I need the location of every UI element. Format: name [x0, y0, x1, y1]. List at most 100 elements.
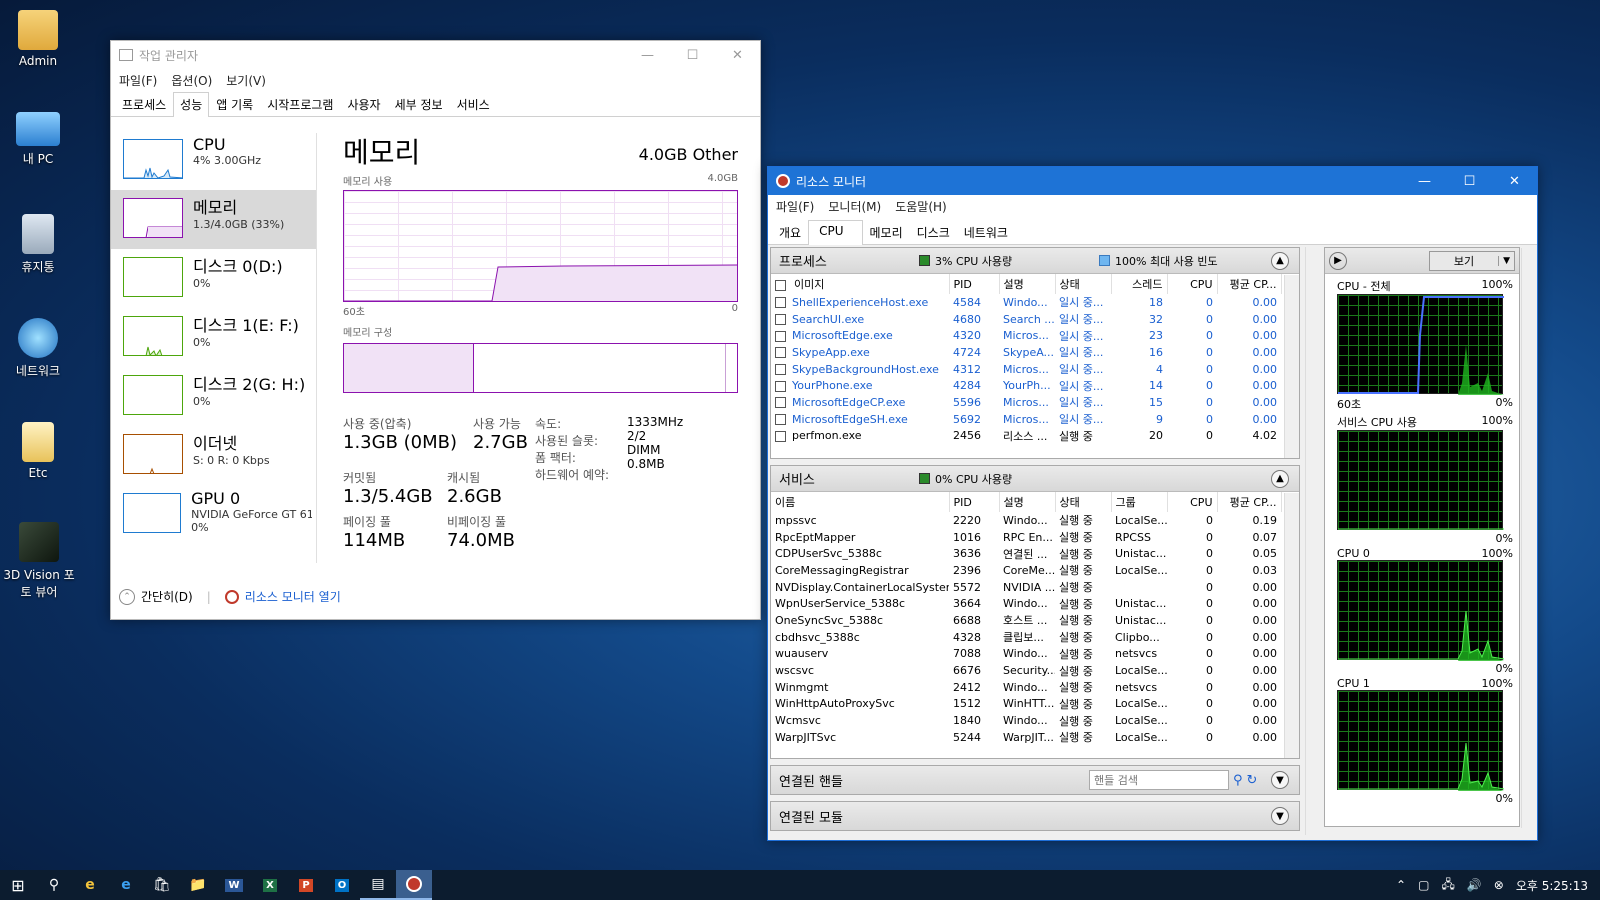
close-button[interactable]: ✕ — [1492, 167, 1537, 195]
col-status[interactable]: 상태 — [1055, 492, 1112, 512]
menu-file[interactable]: 파일(F) — [119, 72, 157, 89]
open-resource-monitor-link[interactable]: 리소스 모니터 열기 — [224, 588, 341, 605]
tab-network[interactable]: 네트워크 — [957, 220, 1015, 244]
desktop-icon-my-pc[interactable]: 내 PC — [6, 112, 70, 167]
col-description[interactable]: 설명 — [999, 492, 1056, 512]
show-hidden-icons-icon[interactable]: ⌃ — [1396, 878, 1406, 892]
table-row[interactable]: RpcEptMapper 1016 RPC En... 실행 중 RPCSS 0 0.07 — [771, 529, 1281, 546]
clock[interactable]: 오후 5:25:13 — [1516, 877, 1588, 894]
explorer-icon[interactable]: 📁 — [180, 870, 216, 900]
desktop-icon-network[interactable]: 네트워크 — [6, 318, 70, 379]
col-status[interactable]: 상태 — [1055, 274, 1112, 294]
start-icon[interactable]: ⊞ — [0, 870, 36, 900]
row-checkbox[interactable] — [775, 430, 786, 442]
perf-item-cpu[interactable]: CPU 4% 3.00GHz — [111, 131, 316, 190]
handle-search-input[interactable] — [1089, 770, 1229, 790]
select-all-checkbox[interactable] — [775, 279, 786, 291]
row-checkbox[interactable] — [775, 347, 786, 359]
table-row[interactable]: OneSyncSvc_5388c 6688 호스트 ... 실행 중 Unistac..… — [771, 612, 1281, 629]
tab-startup[interactable]: 시작프로그램 — [260, 92, 340, 116]
view-button[interactable]: 보기 ▼ — [1428, 250, 1515, 271]
menu-view[interactable]: 보기(V) — [226, 72, 266, 89]
powerpoint-icon[interactable]: P — [288, 870, 324, 900]
row-checkbox[interactable] — [775, 397, 786, 409]
row-checkbox[interactable] — [775, 380, 786, 392]
table-row[interactable]: MicrosoftEdgeCP.exe 5596 Micros... 일시 중... 1… — [771, 394, 1281, 411]
table-row[interactable]: ShellExperienceHost.exe 4584 Windo... 일시 중.… — [771, 294, 1281, 311]
resource-monitor-icon[interactable] — [396, 870, 432, 900]
tab-details[interactable]: 세부 정보 — [388, 92, 450, 116]
col-pid[interactable]: PID — [949, 492, 1000, 512]
minimize-button[interactable]: — — [1402, 167, 1447, 195]
search-icon[interactable]: ⚲ — [1233, 773, 1243, 788]
main-scrollbar[interactable] — [1305, 247, 1319, 835]
services-header[interactable]: 서비스 0% CPU 사용량 ▲ — [771, 466, 1299, 492]
tab-cpu[interactable]: CPU — [808, 220, 863, 245]
row-checkbox[interactable] — [775, 297, 786, 309]
col-image[interactable]: 이미지 — [771, 274, 950, 294]
perf-item-disk1[interactable]: 디스크 1(E: F:) 0% — [111, 308, 316, 367]
maximize-button[interactable]: ☐ — [670, 41, 715, 69]
tab-processes[interactable]: 프로세스 — [115, 92, 173, 116]
tab-disk[interactable]: 디스크 — [910, 220, 957, 244]
collapse-chevron-icon[interactable]: ▲ — [1271, 469, 1289, 488]
col-cpu[interactable]: CPU — [1167, 492, 1218, 512]
tab-app-history[interactable]: 앱 기록 — [209, 92, 260, 116]
table-row[interactable]: wscsvc 6676 Security... 실행 중 LocalSe... 0 0.00 — [771, 662, 1281, 679]
col-avg-cpu[interactable]: 평균 CP... — [1217, 274, 1282, 294]
table-row[interactable]: cbdhsvc_5388c 4328 클립보... 실행 중 Clipbo... 0 0.0… — [771, 629, 1281, 646]
perf-item-ethernet[interactable]: 이더넷 S: 0 R: 0 Kbps — [111, 426, 316, 485]
perf-item-disk0[interactable]: 디스크 0(D:) 0% — [111, 249, 316, 308]
outlook-icon[interactable]: O — [324, 870, 360, 900]
store-icon[interactable]: 🛍 — [144, 870, 180, 900]
excel-icon[interactable]: X — [252, 870, 288, 900]
menu-file[interactable]: 파일(F) — [776, 198, 814, 215]
minimize-button[interactable]: — — [625, 41, 670, 69]
row-checkbox[interactable] — [775, 414, 786, 426]
perf-item-gpu[interactable]: GPU 0 NVIDIA GeForce GT 610 0% — [111, 485, 316, 544]
tab-overview[interactable]: 개요 — [772, 220, 808, 244]
word-icon[interactable]: W — [216, 870, 252, 900]
perf-item-memory[interactable]: 메모리 1.3/4.0GB (33%) — [111, 190, 316, 249]
row-checkbox[interactable] — [775, 330, 786, 342]
col-pid[interactable]: PID — [949, 274, 1000, 294]
tablet-icon[interactable]: ▢ — [1418, 878, 1429, 892]
modules-header[interactable]: 연결된 모듈 ▼ — [771, 802, 1299, 830]
menu-options[interactable]: 옵션(O) — [171, 72, 212, 89]
network-icon[interactable]: 🖧 — [1441, 875, 1454, 896]
tab-performance[interactable]: 성능 — [173, 92, 210, 117]
row-checkbox[interactable] — [775, 364, 786, 376]
table-row[interactable]: CDPUserSvc_5388c 3636 연결된 ... 실행 중 Unistac..… — [771, 545, 1281, 562]
table-row[interactable]: WarpJITSvc 5244 WarpJIT... 실행 중 LocalSe... 0 0… — [771, 729, 1281, 746]
tab-services[interactable]: 서비스 — [450, 92, 497, 116]
table-row[interactable]: SearchUI.exe 4680 Search ... 일시 중... 32 0 0.00 — [771, 311, 1281, 328]
table-row[interactable]: MicrosoftEdge.exe 4320 Micros... 일시 중... 23 0… — [771, 327, 1281, 344]
col-group[interactable]: 그룹 — [1111, 492, 1168, 512]
table-row[interactable]: wuauserv 7088 Windo... 실행 중 netsvcs 0 0.00 — [771, 646, 1281, 663]
col-name[interactable]: 이름 — [771, 492, 950, 512]
graphs-scrollbar[interactable] — [1521, 248, 1535, 828]
no-connection-icon[interactable]: ⊗ — [1494, 878, 1504, 892]
table-row[interactable]: SkypeApp.exe 4724 SkypeA... 일시 중... 16 0 0.00 — [771, 344, 1281, 361]
search-icon[interactable]: ⚲ — [36, 870, 72, 900]
desktop-icon-3d-vision[interactable]: 3D Vision 포토 뷰어 — [2, 522, 76, 600]
col-threads[interactable]: 스레드 — [1111, 274, 1168, 294]
menu-help[interactable]: 도움말(H) — [895, 198, 947, 215]
close-button[interactable]: ✕ — [715, 41, 760, 69]
tab-memory[interactable]: 메모리 — [863, 220, 910, 244]
table-row[interactable]: NVDisplay.ContainerLocalSystem 5572 NVIDIA… — [771, 579, 1281, 596]
refresh-icon[interactable]: ↻ — [1247, 773, 1258, 788]
col-cpu[interactable]: CPU — [1167, 274, 1218, 294]
handles-header[interactable]: 연결된 핸들 ⚲ ↻ ▼ — [771, 766, 1299, 794]
desktop-icon-etc[interactable]: Etc — [6, 422, 70, 480]
table-row[interactable]: CoreMessagingRegistrar 2396 CoreMe... 실행 중 L… — [771, 562, 1281, 579]
processes-header[interactable]: 프로세스 3% CPU 사용량 100% 최대 사용 빈도 ▲ — [771, 248, 1299, 274]
table-row[interactable]: perfmon.exe 2456 리소스 ... 실행 중 20 0 4.02 — [771, 428, 1281, 445]
menu-monitor[interactable]: 모니터(M) — [828, 198, 881, 215]
desktop-icon-recycle-bin[interactable]: 휴지통 — [6, 214, 70, 275]
expand-chevron-icon[interactable]: ▼ — [1271, 771, 1289, 789]
ie-icon[interactable]: e — [72, 870, 108, 900]
expand-pane-icon[interactable]: ▶ — [1329, 251, 1347, 270]
edge-icon[interactable]: e — [108, 870, 144, 900]
table-row[interactable]: Winmgmt 2412 Windo... 실행 중 netsvcs 0 0.00 — [771, 679, 1281, 696]
